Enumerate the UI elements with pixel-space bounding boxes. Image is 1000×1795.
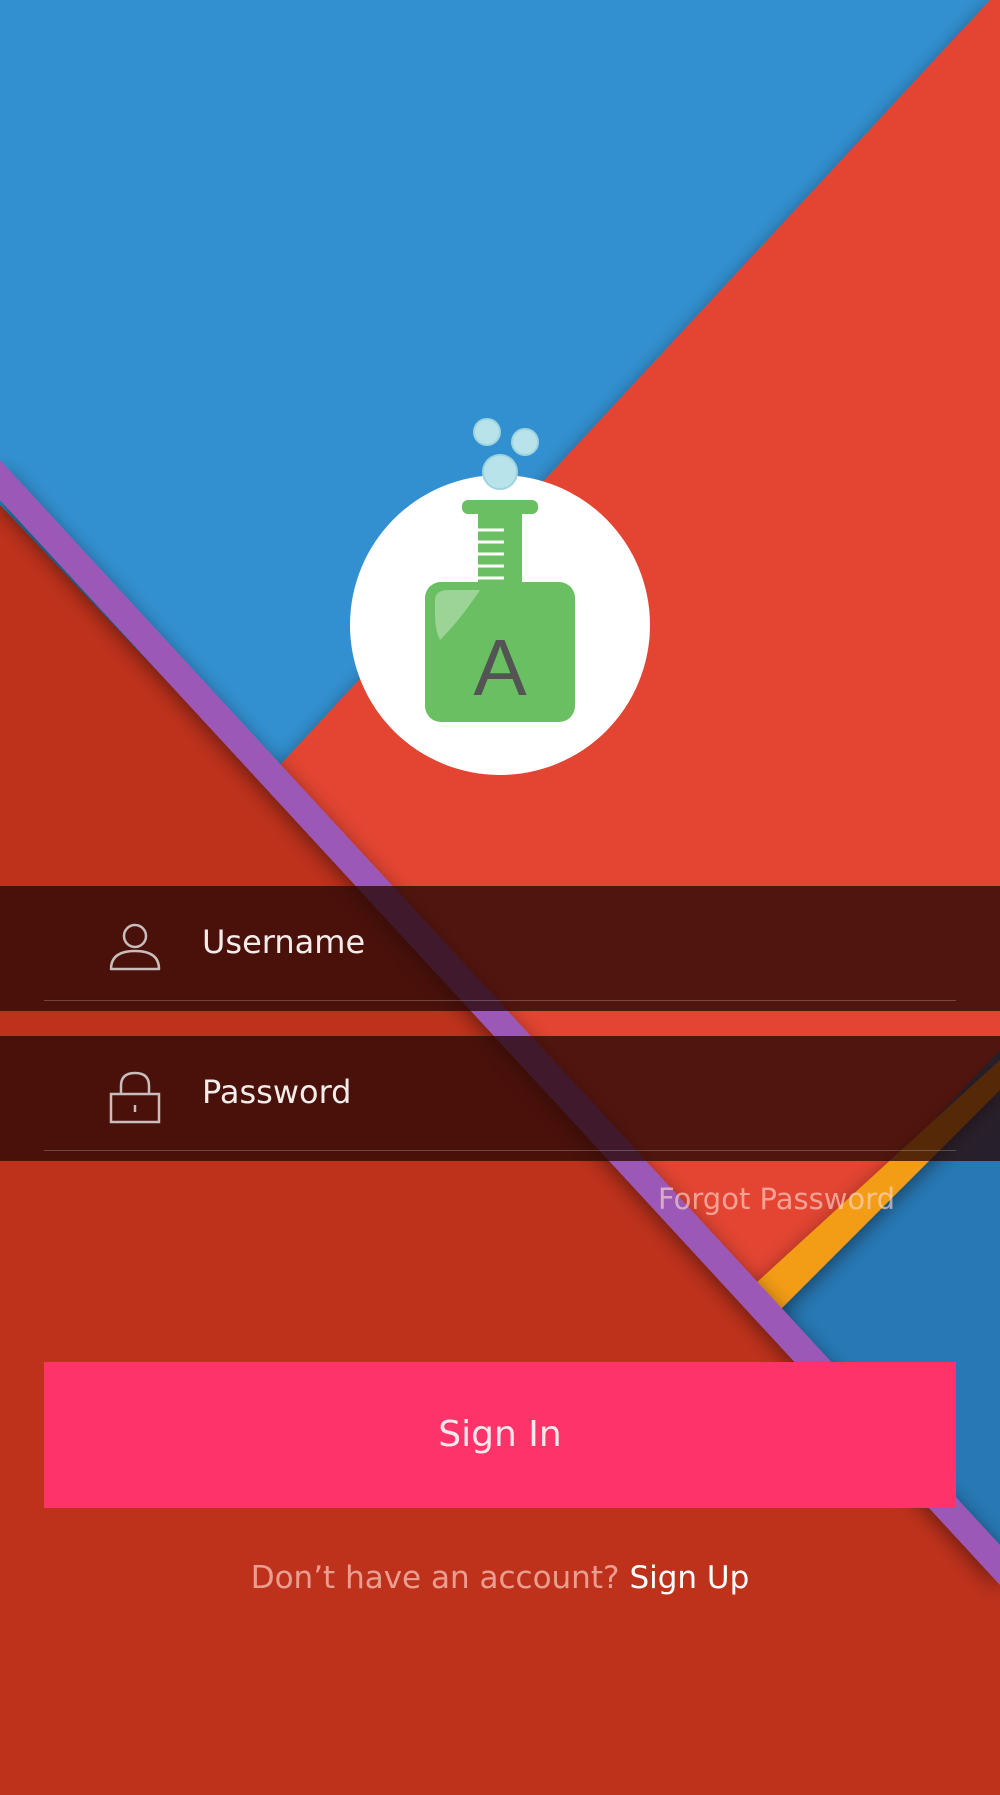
user-icon — [109, 923, 161, 971]
sign-in-label: Sign In — [438, 1414, 562, 1455]
app-logo: A — [340, 410, 660, 780]
sign-up-link[interactable]: Sign Up — [629, 1560, 749, 1596]
username-underline — [44, 1000, 956, 1001]
flask-icon: A — [350, 418, 650, 775]
forgot-password-link[interactable]: Forgot Password — [658, 1182, 895, 1216]
password-underline — [44, 1150, 956, 1151]
logo-letter: A — [473, 623, 527, 712]
password-input[interactable]: Password — [202, 1076, 351, 1108]
signup-prompt: Don’t have an account? — [250, 1560, 620, 1596]
username-field[interactable]: Username — [0, 886, 1000, 1011]
lock-icon — [109, 1071, 161, 1124]
password-field[interactable]: Password — [0, 1036, 1000, 1161]
username-input[interactable]: Username — [202, 926, 365, 958]
sign-in-button[interactable]: Sign In — [44, 1362, 956, 1508]
signup-row: Don’t have an account? Sign Up — [0, 1560, 1000, 1596]
